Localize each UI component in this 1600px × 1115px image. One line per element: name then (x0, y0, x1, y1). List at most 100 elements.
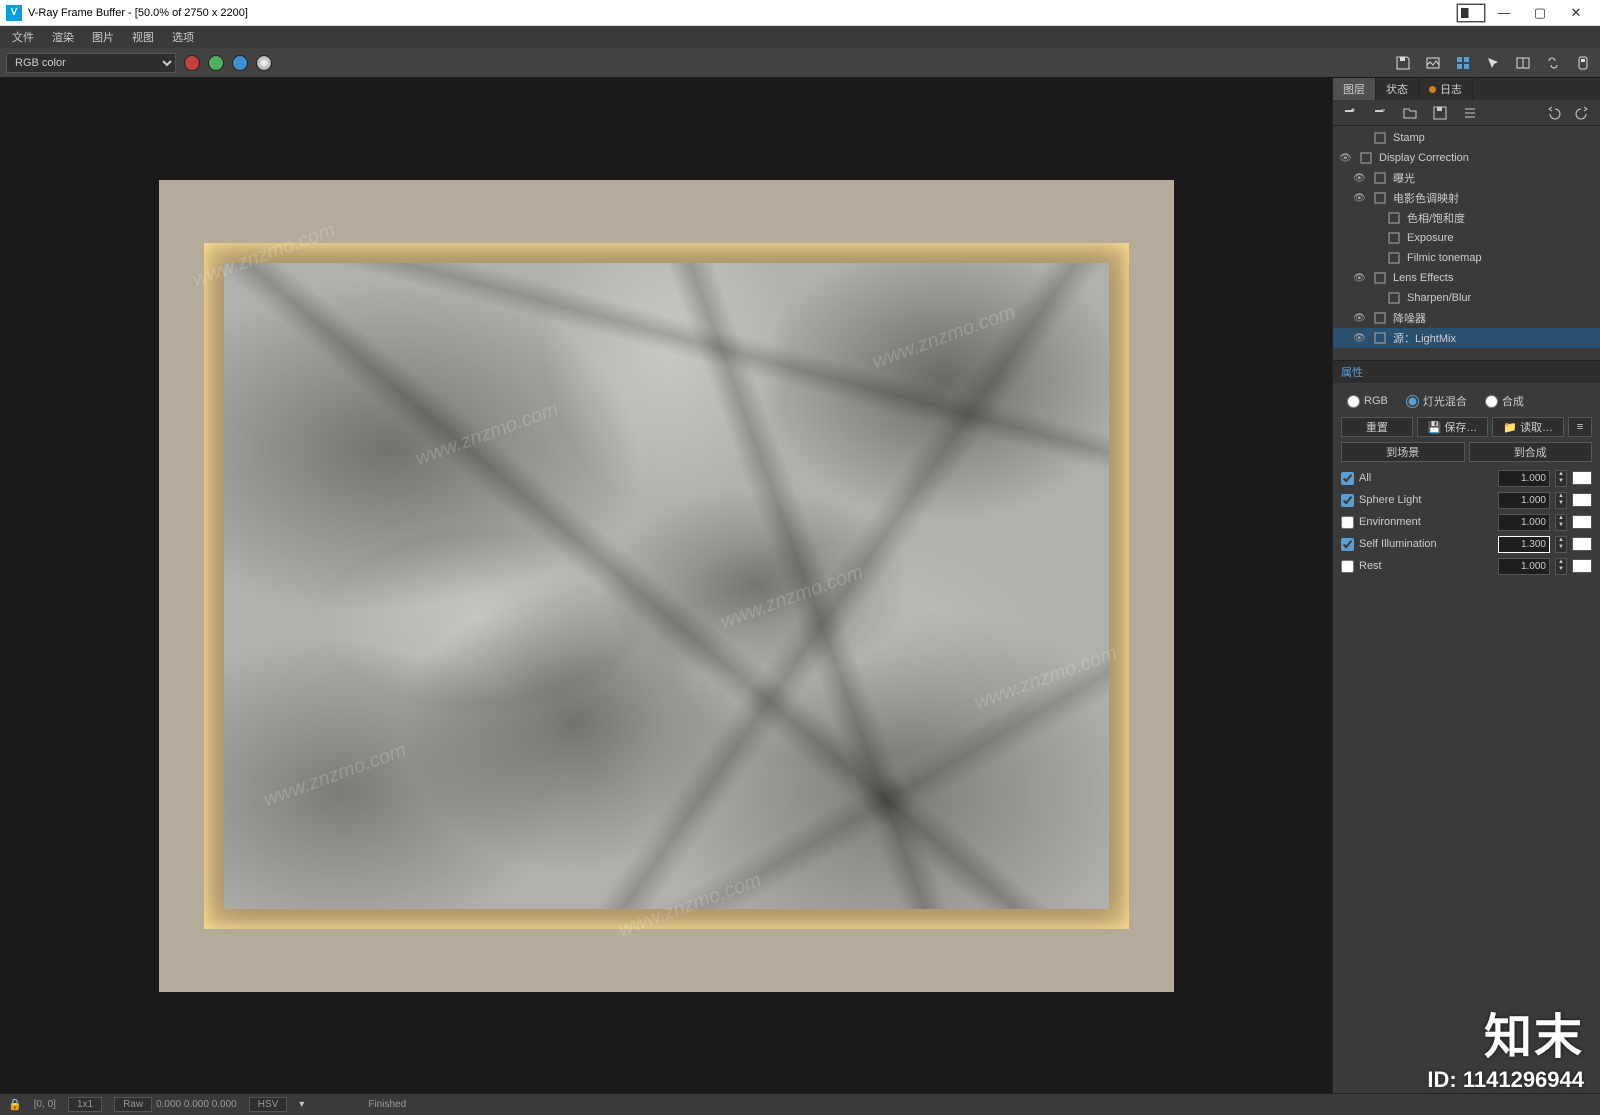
light-color-swatch[interactable] (1572, 559, 1592, 573)
radio-rgb[interactable]: RGB (1347, 393, 1388, 409)
radio-composite[interactable]: 合成 (1485, 393, 1524, 409)
settings-icon[interactable] (1572, 52, 1594, 74)
maximize-button[interactable]: ▢ (1522, 0, 1558, 26)
red-channel-icon[interactable] (184, 55, 200, 71)
layer-type-icon (1373, 191, 1387, 205)
status-raw-label[interactable]: Raw (114, 1097, 152, 1112)
light-enable-checkbox[interactable] (1341, 494, 1354, 507)
layer-name: Stamp (1393, 132, 1425, 144)
spinner-icon[interactable]: ▲▼ (1555, 536, 1567, 553)
layer-item[interactable]: 👁 降噪器 (1333, 308, 1600, 328)
spinner-icon[interactable]: ▲▼ (1555, 492, 1567, 509)
load-image-icon[interactable] (1422, 52, 1444, 74)
light-row: Self Illumination▲▼ (1341, 533, 1592, 555)
layer-name: Exposure (1407, 232, 1453, 244)
branding-id: ID: 1141296944 (1427, 1067, 1584, 1093)
tab-log[interactable]: 日志 (1419, 78, 1473, 100)
save-preset-icon[interactable] (1431, 104, 1449, 122)
menu-file[interactable]: 文件 (4, 27, 42, 47)
menu-bar: 文件 渲染 图片 视图 选项 (0, 26, 1600, 48)
status-hsv[interactable]: HSV (249, 1097, 288, 1112)
preset-menu-button[interactable]: ≡ (1568, 417, 1592, 437)
menu-options[interactable]: 选项 (164, 27, 202, 47)
eye-icon[interactable]: 👁 (1353, 273, 1367, 284)
layer-item[interactable]: 👁曝光 (1333, 168, 1600, 188)
spinner-icon[interactable]: ▲▼ (1555, 558, 1567, 575)
load-preset-button[interactable]: 📁 读取… (1492, 417, 1564, 437)
light-color-swatch[interactable] (1572, 515, 1592, 529)
spinner-icon[interactable]: ▲▼ (1555, 514, 1567, 531)
layer-type-icon (1373, 311, 1387, 325)
render-viewport[interactable]: www.znzmo.com www.znzmo.com www.znzmo.co… (0, 78, 1332, 1093)
to-scene-button[interactable]: 到场景 (1341, 442, 1465, 462)
light-intensity-input[interactable] (1498, 470, 1550, 487)
save-preset-button[interactable]: 💾 保存… (1417, 417, 1489, 437)
minimize-button[interactable]: — (1486, 0, 1522, 26)
light-enable-checkbox[interactable] (1341, 472, 1354, 485)
status-zoom[interactable]: 1x1 (68, 1097, 102, 1112)
eye-icon[interactable]: 👁 (1353, 333, 1367, 344)
light-intensity-input[interactable] (1498, 514, 1550, 531)
mono-channel-icon[interactable] (256, 55, 272, 71)
status-bar: 🔒 [0, 0] 1x1 Raw0.000 0.000 0.000 HSV ▾ … (0, 1093, 1600, 1115)
folder-icon[interactable] (1401, 104, 1419, 122)
layer-item[interactable]: 👁Display Correction (1333, 148, 1600, 168)
eye-icon[interactable]: 👁 (1339, 153, 1353, 164)
tab-layers[interactable]: 图层 (1333, 78, 1376, 100)
to-composite-button[interactable]: 到合成 (1469, 442, 1593, 462)
title-bar: V V-Ray Frame Buffer - [50.0% of 2750 x … (0, 0, 1600, 26)
blue-channel-icon[interactable] (232, 55, 248, 71)
light-enable-checkbox[interactable] (1341, 516, 1354, 529)
layer-list: Stamp 👁Display Correction👁曝光👁电影色调映射色相/饱和度… (1333, 126, 1600, 350)
light-intensity-input[interactable] (1498, 536, 1550, 553)
menu-view[interactable]: 视图 (124, 27, 162, 47)
spinner-icon[interactable]: ▲▼ (1555, 470, 1567, 487)
redo-icon[interactable] (1574, 104, 1592, 122)
green-channel-icon[interactable] (208, 55, 224, 71)
layer-item[interactable]: 👁源：LightMix (1333, 328, 1600, 348)
light-intensity-input[interactable] (1498, 492, 1550, 509)
branding-text: 知末 (1484, 997, 1584, 1067)
layer-type-icon (1373, 271, 1387, 285)
undo-icon[interactable] (1544, 104, 1562, 122)
menu-image[interactable]: 图片 (84, 27, 122, 47)
layer-item[interactable]: 👁Lens Effects (1333, 268, 1600, 288)
delete-layer-icon[interactable] (1371, 104, 1389, 122)
light-enable-checkbox[interactable] (1341, 560, 1354, 573)
layer-item[interactable]: Sharpen/Blur (1333, 288, 1600, 308)
layer-item[interactable]: 色相/饱和度 (1333, 208, 1600, 228)
light-color-swatch[interactable] (1572, 537, 1592, 551)
radio-lightmix[interactable]: 灯光混合 (1406, 393, 1467, 409)
status-coords: [0, 0] (34, 1099, 56, 1110)
light-enable-checkbox[interactable] (1341, 538, 1354, 551)
light-intensity-input[interactable] (1498, 558, 1550, 575)
tab-state[interactable]: 状态 (1376, 78, 1419, 100)
track-mouse-icon[interactable] (1482, 52, 1504, 74)
light-color-swatch[interactable] (1572, 471, 1592, 485)
save-image-icon[interactable] (1392, 52, 1414, 74)
eye-icon[interactable]: 👁 (1353, 173, 1367, 184)
compare-icon[interactable] (1512, 52, 1534, 74)
menu-render[interactable]: 渲染 (44, 27, 82, 47)
region-render-icon[interactable] (1452, 52, 1474, 74)
layer-type-icon (1387, 231, 1401, 245)
layer-item[interactable]: Exposure (1333, 228, 1600, 248)
link-pdplayer-icon[interactable] (1542, 52, 1564, 74)
layer-name: 降噪器 (1393, 310, 1426, 326)
add-layer-icon[interactable] (1341, 104, 1359, 122)
light-row: Environment ▲▼ (1341, 511, 1592, 533)
lock-icon[interactable]: 🔒 (8, 1098, 22, 1111)
channel-select[interactable]: RGB color (6, 53, 176, 73)
toolbar: RGB color (0, 48, 1600, 78)
layer-item[interactable]: Filmic tonemap (1333, 248, 1600, 268)
light-color-swatch[interactable] (1572, 493, 1592, 507)
light-name: Environment (1359, 516, 1493, 528)
close-button[interactable]: ✕ (1558, 0, 1594, 26)
brand-icon (1456, 0, 1486, 26)
layer-item[interactable]: Stamp (1333, 128, 1600, 148)
layer-item[interactable]: 👁电影色调映射 (1333, 188, 1600, 208)
eye-icon[interactable]: 👁 (1353, 313, 1367, 324)
list-preset-icon[interactable] (1461, 104, 1479, 122)
eye-icon[interactable]: 👁 (1353, 193, 1367, 204)
reset-button[interactable]: 重置 (1341, 417, 1413, 437)
